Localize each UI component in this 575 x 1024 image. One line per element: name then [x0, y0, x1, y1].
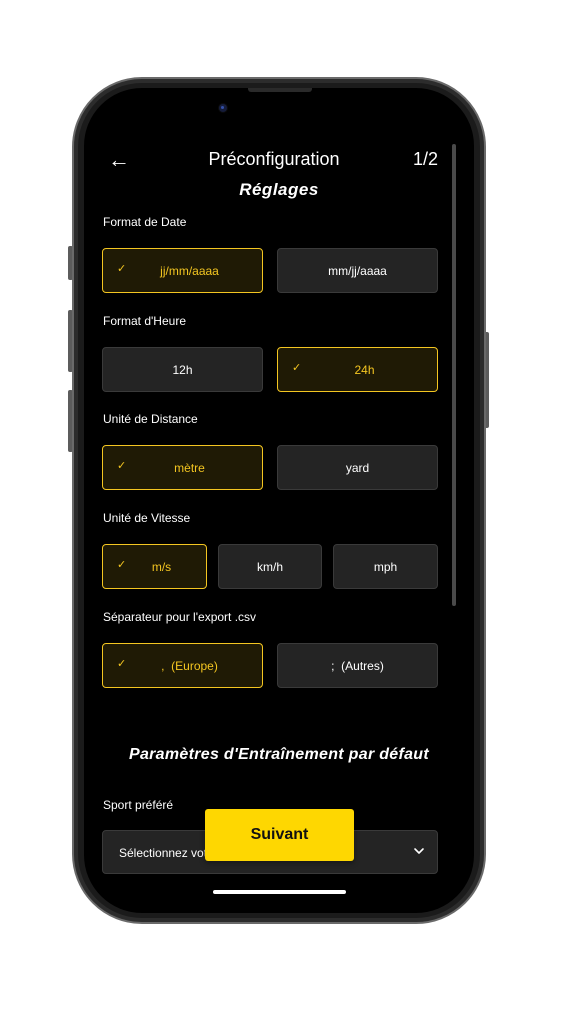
- distance-unit-label: Unité de Distance: [103, 412, 198, 426]
- distance-unit-option-meter[interactable]: ✓ mètre: [102, 445, 263, 490]
- csv-separator-label: Séparateur pour l'export .csv: [103, 610, 257, 624]
- option-label: ; (Autres): [331, 658, 384, 673]
- speed-unit-label: Unité de Vitesse: [103, 511, 191, 525]
- check-icon: ✓: [292, 362, 302, 374]
- training-section-title: Paramètres d'Entraînement par défaut: [128, 746, 430, 763]
- earpiece: [248, 88, 312, 92]
- settings-section-title: Réglages: [239, 180, 319, 199]
- chevron-down-icon: [414, 848, 424, 854]
- back-arrow-icon[interactable]: ←: [108, 147, 134, 173]
- page-title: Préconfiguration: [208, 149, 340, 169]
- time-format-label: Format d'Heure: [103, 314, 186, 328]
- csv-separator-option-comma[interactable]: ✓ , (Europe): [102, 643, 263, 688]
- speed-unit-option-mph[interactable]: mph: [333, 544, 438, 589]
- check-icon: ✓: [117, 263, 127, 275]
- option-label: m/s: [151, 559, 172, 574]
- date-format-label: Format de Date: [103, 215, 187, 229]
- distance-unit-option-yard[interactable]: yard: [277, 445, 438, 490]
- speed-unit-option-ms[interactable]: ✓ m/s: [102, 544, 207, 589]
- check-icon: ✓: [117, 658, 127, 670]
- date-format-option-ddmmyyyy[interactable]: ✓ jj/mm/aaaa: [102, 248, 263, 293]
- scrollbar[interactable]: [452, 144, 456, 606]
- phone-screen: ← Préconfiguration 1/2 Réglages Format d…: [84, 88, 474, 913]
- option-label: mm/jj/aaaa: [328, 263, 387, 278]
- home-indicator[interactable]: [213, 890, 346, 894]
- speed-unit-option-kmh[interactable]: km/h: [218, 544, 322, 589]
- csv-separator-option-semicolon[interactable]: ; (Autres): [277, 643, 438, 688]
- option-label: yard: [345, 460, 370, 475]
- option-label: 12h: [172, 362, 193, 377]
- date-format-option-mmddyyyy[interactable]: mm/jj/aaaa: [277, 248, 438, 293]
- next-button[interactable]: Suivant: [205, 809, 354, 861]
- option-label: km/h: [256, 559, 283, 574]
- sport-label: Sport préféré: [103, 798, 174, 812]
- check-icon: ✓: [117, 559, 127, 571]
- time-format-option-24h[interactable]: ✓ 24h: [277, 347, 438, 392]
- step-indicator: 1/2: [412, 149, 438, 169]
- time-format-option-12h[interactable]: 12h: [102, 347, 263, 392]
- option-label: 24h: [354, 362, 375, 377]
- option-label: mph: [373, 559, 398, 574]
- check-icon: ✓: [117, 460, 127, 472]
- front-camera-icon: [219, 104, 227, 112]
- option-label: jj/mm/aaaa: [160, 263, 219, 278]
- option-label: mètre: [174, 460, 205, 475]
- option-label: , (Europe): [161, 658, 218, 673]
